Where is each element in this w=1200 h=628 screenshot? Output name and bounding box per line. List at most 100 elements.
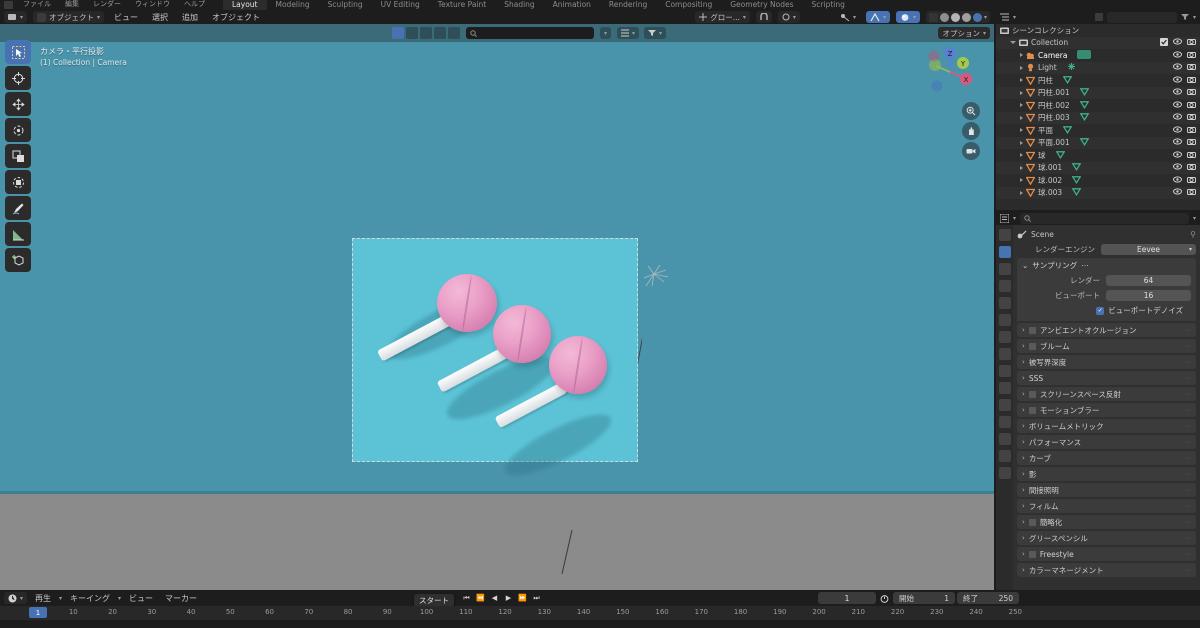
viewport-filter-funnel[interactable]: ▾ (644, 27, 667, 39)
jump-to-end-button[interactable]: ⏭ (530, 592, 543, 604)
mesh-data-icon[interactable] (1071, 162, 1082, 173)
visibility-eye-icon[interactable] (1173, 88, 1182, 97)
visibility-eye-icon[interactable] (1173, 151, 1182, 160)
menu-help[interactable]: ヘルプ (184, 0, 205, 9)
select-paint-button[interactable] (448, 27, 460, 39)
shading-rendered-button[interactable] (961, 12, 971, 22)
chevron-right-icon[interactable] (1020, 128, 1023, 133)
panel-enable-checkbox[interactable] (1028, 326, 1036, 334)
sampling-header[interactable]: ⌄ サンプリング ⋯ (1022, 259, 1191, 272)
mesh-data-icon[interactable] (1079, 87, 1090, 98)
chevron-right-icon[interactable] (1020, 140, 1023, 145)
zoom-button[interactable] (962, 102, 980, 120)
mesh-data-icon[interactable] (1062, 75, 1073, 86)
chevron-right-icon[interactable] (1020, 190, 1023, 195)
tool-cursor[interactable] (5, 66, 31, 90)
chevron-right-icon[interactable] (1020, 115, 1023, 120)
sampling-render-field[interactable]: 64 (1106, 275, 1191, 286)
pan-button[interactable] (962, 122, 980, 140)
tab-particles[interactable] (998, 382, 1011, 394)
workspace-tab-texture-paint[interactable]: Texture Paint (429, 0, 495, 10)
chevron-right-icon[interactable] (1020, 78, 1023, 83)
visibility-eye-icon[interactable] (1173, 101, 1182, 110)
current-frame-field[interactable]: 1 (818, 592, 876, 604)
workspace-tab-animation[interactable]: Animation (544, 0, 600, 10)
tab-view-layer[interactable] (998, 280, 1011, 292)
mesh-data-icon[interactable] (1062, 125, 1073, 136)
viewport-filter-dropdown[interactable]: ▾ (600, 27, 612, 39)
panel-enable-checkbox[interactable] (1028, 406, 1036, 414)
tab-output[interactable] (998, 263, 1011, 275)
render-camera-icon[interactable] (1187, 38, 1196, 47)
visibility-eye-icon[interactable] (1173, 163, 1182, 172)
viewport-display-mode[interactable]: ▾ (617, 27, 640, 39)
tool-add-cube[interactable] (5, 248, 31, 272)
render-camera-icon[interactable] (1187, 138, 1196, 147)
outliner-row[interactable]: 平面 (996, 124, 1200, 137)
chevron-down-icon[interactable] (1010, 41, 1016, 46)
visibility-eye-icon[interactable] (1173, 38, 1182, 47)
property-panel-header[interactable]: › 簡略化 ⋯ (1017, 515, 1196, 529)
visibility-eye-icon[interactable] (1173, 76, 1182, 85)
end-frame-field[interactable]: 終了 250 (957, 592, 1019, 604)
camera-view-button[interactable] (962, 142, 980, 160)
chevron-right-icon[interactable] (1020, 178, 1023, 183)
viewport-overlays-toggle[interactable]: ▾ (865, 11, 890, 23)
render-engine-dropdown[interactable]: Eevee ▾ (1101, 244, 1196, 255)
tab-modifiers[interactable] (998, 365, 1011, 377)
tool-measure[interactable] (5, 222, 31, 246)
chevron-right-icon[interactable] (1020, 53, 1023, 58)
chevron-right-icon[interactable] (1020, 153, 1023, 158)
menu-window[interactable]: ウィンドウ (135, 0, 170, 9)
timeline-playhead[interactable]: 1 (29, 607, 47, 618)
workspace-tab-shading[interactable]: Shading (495, 0, 543, 10)
property-panel-header[interactable]: › カラーマネージメント ⋯ (1017, 563, 1196, 577)
property-panel-header[interactable]: › モーションブラー ⋯ (1017, 403, 1196, 417)
outliner-row[interactable]: 平面.001 (996, 136, 1200, 149)
navigation-gizmo[interactable]: Z X Y (922, 44, 978, 100)
proportional-edit-toggle[interactable]: ▾ (777, 11, 800, 23)
shading-solid-button[interactable] (939, 12, 949, 22)
shading-material-button[interactable] (950, 12, 960, 22)
outliner-row[interactable]: 円柱 (996, 74, 1200, 87)
prev-keyframe-button[interactable]: ⏪ (474, 592, 487, 604)
property-panel-header[interactable]: › グリースペンシル ⋯ (1017, 531, 1196, 545)
viewport-menu-object[interactable]: オブジェクト (208, 12, 264, 23)
viewport-menu-view[interactable]: ビュー (110, 12, 142, 23)
select-face-button[interactable] (434, 27, 446, 39)
denoise-checkbox[interactable]: ✓ (1096, 306, 1105, 315)
panel-enable-checkbox[interactable] (1028, 518, 1036, 526)
property-panel-header[interactable]: › カーブ ⋯ (1017, 451, 1196, 465)
play-button[interactable]: ▶ (502, 592, 515, 604)
render-camera-icon[interactable] (1187, 151, 1196, 160)
visibility-eye-icon[interactable] (1173, 126, 1182, 135)
workspace-tab-uv-editing[interactable]: UV Editing (372, 0, 429, 10)
visibility-eye-icon[interactable] (1173, 138, 1182, 147)
tab-physics[interactable] (998, 399, 1011, 411)
panel-enable-checkbox[interactable] (1028, 342, 1036, 350)
outliner-row[interactable]: Light (996, 61, 1200, 74)
chevron-down-icon[interactable]: ▾ (1013, 215, 1016, 222)
tab-constraints[interactable] (998, 416, 1011, 428)
chevron-right-icon[interactable] (1020, 103, 1023, 108)
chevron-down-icon[interactable]: ▾ (1013, 14, 1016, 21)
outliner-row[interactable]: 円柱.003 (996, 111, 1200, 124)
mesh-data-icon[interactable] (1079, 112, 1090, 123)
outliner-row[interactable]: 円柱.001 (996, 86, 1200, 99)
outliner-search-input[interactable] (1106, 11, 1177, 23)
workspace-tab-modeling[interactable]: Modeling (267, 0, 319, 10)
visibility-eye-icon[interactable] (1173, 188, 1182, 197)
property-panel-header[interactable]: › 間接照明 ⋯ (1017, 483, 1196, 497)
select-object-button[interactable] (392, 27, 404, 39)
chevron-down-icon[interactable]: ▾ (1193, 215, 1196, 222)
viewport-menu-select[interactable]: 選択 (148, 12, 172, 23)
snap-toggle[interactable] (755, 11, 772, 23)
collection-checkbox[interactable] (1160, 37, 1168, 48)
play-reverse-button[interactable]: ◀ (488, 592, 501, 604)
workspace-tab-geometry-nodes[interactable]: Geometry Nodes (721, 0, 802, 10)
tool-scale[interactable] (5, 144, 31, 168)
tab-collection[interactable] (998, 331, 1011, 343)
tool-rotate[interactable] (5, 118, 31, 142)
property-panel-header[interactable]: › ボリュームメトリック ⋯ (1017, 419, 1196, 433)
timeline-menu-marker[interactable]: マーカー (161, 593, 201, 604)
